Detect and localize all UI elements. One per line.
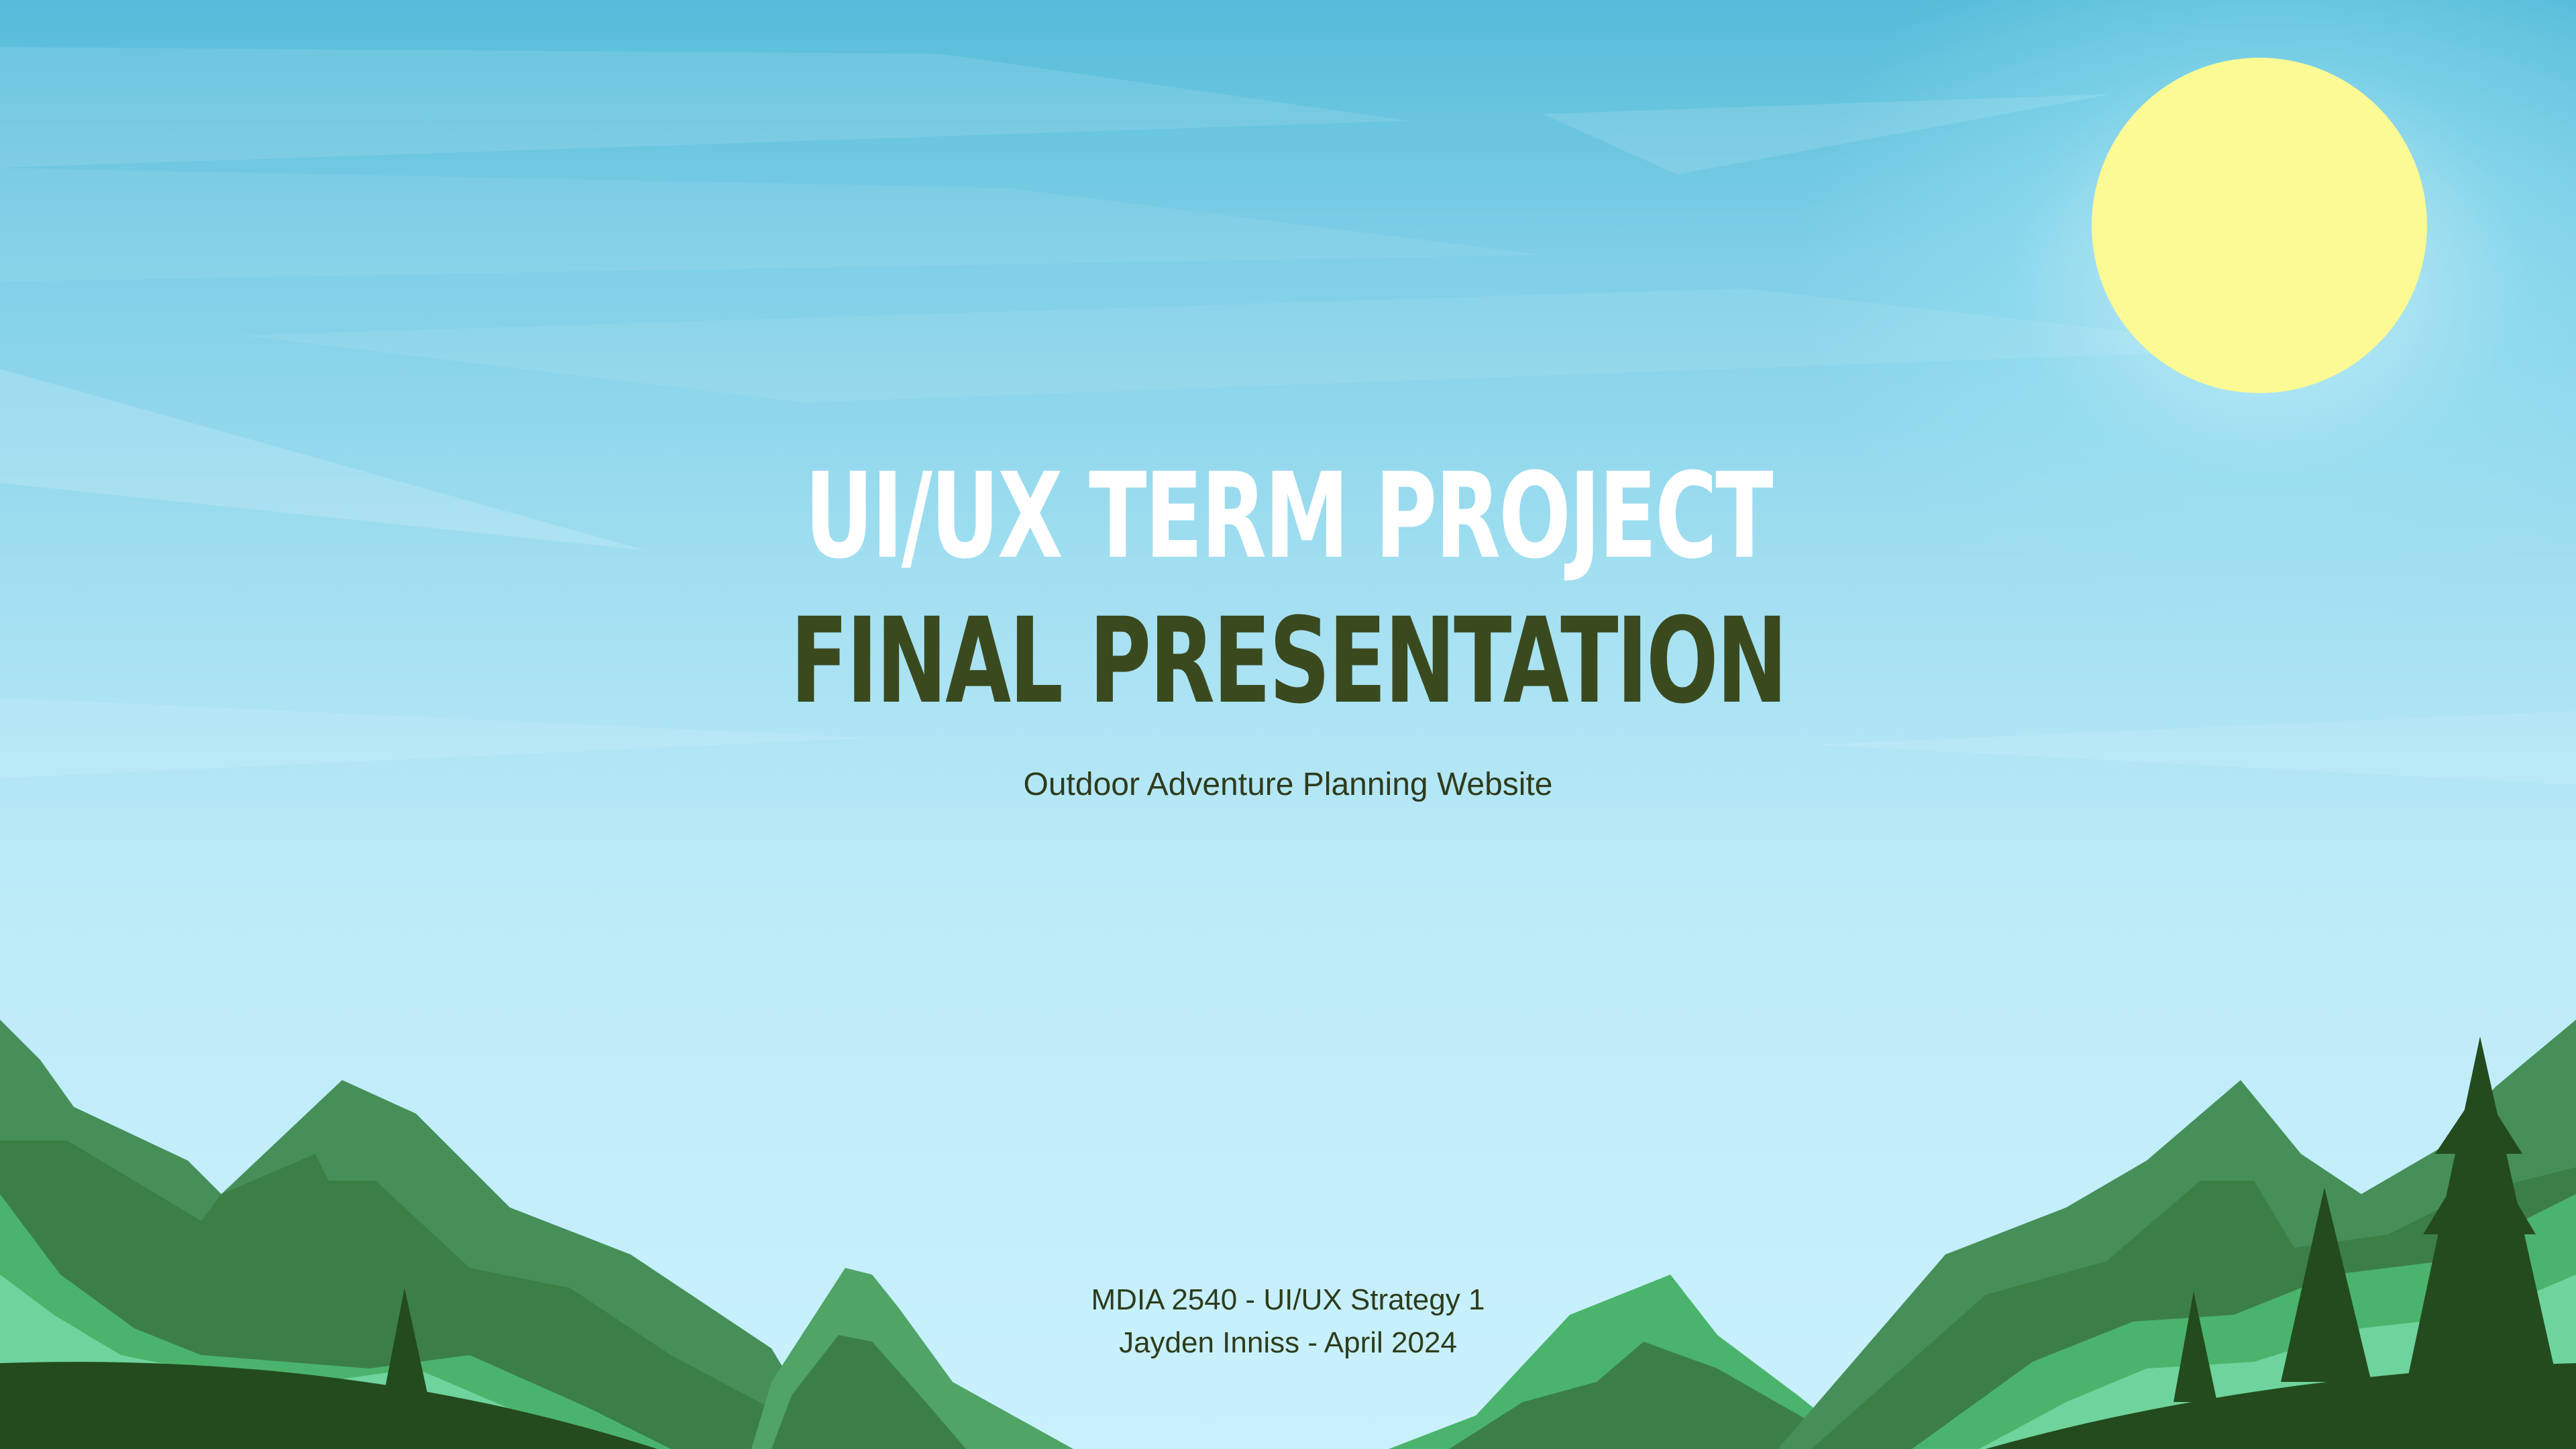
mountain-landscape bbox=[0, 1020, 2576, 1449]
slide-canvas: UI/UX TERM PROJECT FINAL PRESENTATION Ou… bbox=[0, 0, 2576, 1449]
